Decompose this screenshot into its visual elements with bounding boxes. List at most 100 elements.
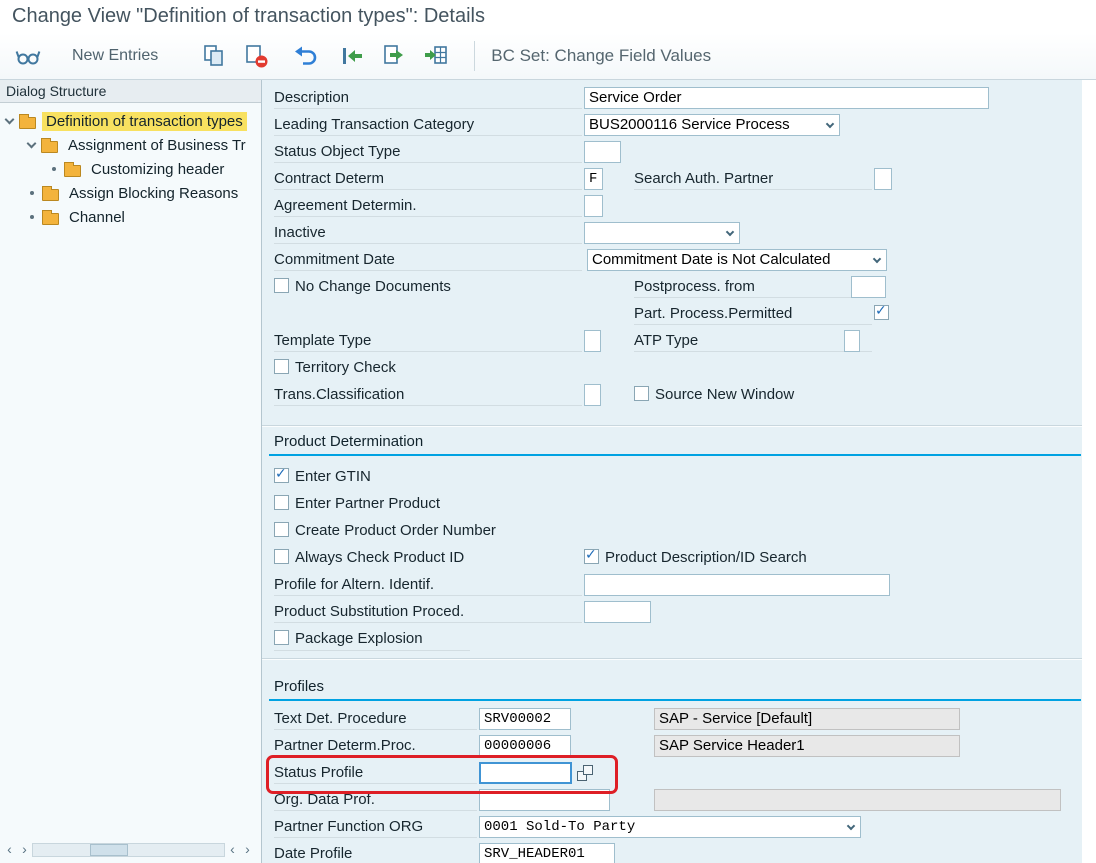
tree-item-label[interactable]: Channel	[65, 208, 129, 227]
leaf-bullet-icon	[30, 191, 34, 195]
folder-icon	[42, 209, 59, 225]
source-new-window-checkbox[interactable]	[634, 386, 649, 401]
agreement-determin-input[interactable]	[584, 195, 603, 217]
atp-type-input[interactable]	[844, 330, 860, 352]
section-underline	[269, 454, 1081, 456]
part-process-permitted-checkbox[interactable]	[874, 303, 889, 320]
no-change-documents-label: No Change Documents	[295, 278, 451, 295]
commitment-date-select[interactable]: Commitment Date is Not Calculated	[587, 249, 887, 271]
chevron-down-icon[interactable]	[4, 114, 15, 125]
tree-horizontal-scrollbar[interactable]: ‹ › ‹ ›	[2, 840, 255, 860]
dialog-structure-tree: Definition of transaction types Assignme…	[0, 103, 261, 229]
chevron-down-icon	[846, 821, 856, 831]
text-det-procedure-input[interactable]: SRV00002	[479, 708, 571, 730]
product-substitution-proced-input[interactable]	[584, 601, 651, 623]
folder-icon	[41, 137, 58, 153]
description-label: Description	[274, 87, 582, 109]
tree-item-label[interactable]: Definition of transaction types	[42, 111, 247, 131]
leading-transaction-category-select[interactable]: BUS2000116 Service Process	[584, 114, 840, 136]
scroll-left-icon[interactable]: ‹	[225, 841, 240, 859]
folder-icon	[64, 161, 81, 177]
package-explosion-checkbox[interactable]	[274, 630, 289, 645]
back-button[interactable]	[336, 40, 368, 72]
tree-item-label[interactable]: Assignment of Business Tr	[64, 136, 250, 155]
next-entry-button[interactable]	[378, 40, 410, 72]
inactive-select[interactable]	[584, 222, 740, 244]
commitment-date-value: Commitment Date is Not Calculated	[592, 251, 831, 268]
scroll-right-icon[interactable]: ›	[17, 841, 32, 859]
leading-transaction-category-label: Leading Transaction Category	[274, 114, 582, 136]
import-entries-icon	[425, 46, 448, 64]
tree-item-assignment-of-business-transactions[interactable]: Assignment of Business Tr	[0, 133, 261, 157]
dialog-structure-header: Dialog Structure	[0, 80, 261, 103]
delete-row-icon	[246, 45, 268, 68]
multiple-selection-icon[interactable]	[577, 765, 593, 781]
search-auth-partner-input[interactable]	[874, 168, 892, 190]
always-check-product-id-checkbox[interactable]	[274, 549, 289, 564]
status-profile-input[interactable]	[479, 762, 572, 784]
trans-classification-label: Trans.Classification	[274, 384, 582, 406]
inactive-label: Inactive	[274, 222, 582, 244]
date-profile-label: Date Profile	[274, 843, 477, 863]
bc-set-label: BC Set: Change Field Values	[491, 46, 712, 65]
territory-check-checkbox[interactable]	[274, 359, 289, 374]
contract-determ-label: Contract Determ	[274, 168, 582, 190]
folder-icon	[19, 113, 36, 129]
dialog-structure-panel: Dialog Structure Definition of transacti…	[0, 80, 262, 863]
enter-gtin-checkbox[interactable]	[274, 466, 289, 483]
partner-determ-proc-label: Partner Determ.Proc.	[274, 735, 477, 757]
tree-item-definition-of-transaction-types[interactable]: Definition of transaction types	[0, 109, 261, 133]
chevron-down-icon[interactable]	[26, 138, 37, 149]
undo-icon	[295, 46, 317, 65]
text-det-procedure-label: Text Det. Procedure	[274, 708, 477, 730]
tree-item-assign-blocking-reasons[interactable]: Assign Blocking Reasons	[0, 181, 261, 205]
display-change-icon	[15, 51, 41, 65]
section-divider	[262, 425, 1082, 427]
org-data-prof-input[interactable]	[479, 789, 610, 811]
copy-icon	[204, 45, 224, 66]
template-type-input[interactable]	[584, 330, 601, 352]
description-input[interactable]: Service Order	[584, 87, 989, 109]
tree-item-label[interactable]: Assign Blocking Reasons	[65, 184, 242, 203]
leaf-bullet-icon	[52, 167, 56, 171]
product-description-id-search-label: Product Description/ID Search	[605, 549, 807, 566]
postprocess-from-input[interactable]	[851, 276, 886, 298]
scroll-right-icon[interactable]: ›	[240, 841, 255, 859]
folder-icon	[42, 185, 59, 201]
create-product-order-number-checkbox[interactable]	[274, 522, 289, 537]
package-explosion-label: Package Explosion	[295, 630, 423, 647]
page-title: Change View "Definition of transaction t…	[12, 5, 485, 27]
partner-determ-proc-input[interactable]: 00000006	[479, 735, 571, 757]
leading-transaction-category-value: BUS2000116 Service Process	[589, 116, 790, 133]
contract-determ-input[interactable]: F	[584, 168, 603, 190]
status-object-type-input[interactable]	[584, 141, 621, 163]
trans-classification-input[interactable]	[584, 384, 601, 406]
scrollbar-track[interactable]	[32, 843, 225, 857]
product-determination-header: Product Determination	[274, 433, 424, 450]
profile-altern-identif-input[interactable]	[584, 574, 890, 596]
template-type-label: Template Type	[274, 330, 582, 352]
section-divider	[262, 658, 1082, 660]
undo-button[interactable]	[290, 40, 322, 72]
scrollbar-thumb[interactable]	[90, 844, 129, 856]
display-change-button[interactable]	[12, 40, 44, 72]
status-profile-label: Status Profile	[274, 762, 477, 784]
copy-button[interactable]	[198, 40, 230, 72]
partner-function-org-value: 0001 Sold-To Party	[484, 819, 636, 835]
tree-item-customizing-header[interactable]: Customizing header	[0, 157, 261, 181]
scroll-left-icon[interactable]: ‹	[2, 841, 17, 859]
product-description-id-search-checkbox[interactable]	[584, 547, 599, 564]
tree-item-channel[interactable]: Channel	[0, 205, 261, 229]
search-auth-partner-label: Search Auth. Partner	[634, 168, 872, 190]
no-change-documents-checkbox[interactable]	[274, 278, 289, 293]
postprocess-from-label: Postprocess. from	[634, 276, 872, 298]
import-entries-button[interactable]	[420, 40, 452, 72]
new-entries-button[interactable]: New Entries	[72, 47, 158, 65]
text-det-procedure-description: SAP - Service [Default]	[654, 708, 960, 730]
tree-item-label[interactable]: Customizing header	[87, 160, 228, 179]
chevron-down-icon	[725, 227, 735, 237]
delete-row-button[interactable]	[240, 40, 272, 72]
enter-partner-product-checkbox[interactable]	[274, 495, 289, 510]
partner-function-org-select[interactable]: 0001 Sold-To Party	[479, 816, 861, 838]
date-profile-input[interactable]: SRV_HEADER01	[479, 843, 615, 863]
